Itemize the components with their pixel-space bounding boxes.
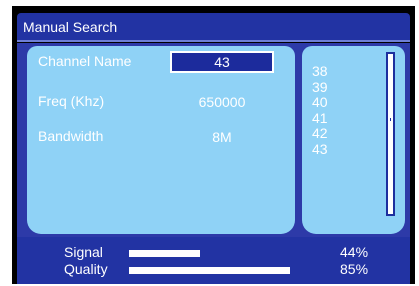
scrollbar-thumb[interactable]: [390, 118, 391, 121]
window-title: Manual Search: [17, 13, 410, 42]
signal-percent: 44%: [340, 244, 369, 260]
quality-meter: [129, 267, 290, 274]
signal-meter-fill: [129, 250, 200, 257]
bandwidth-value[interactable]: 8M: [170, 129, 274, 145]
quality-label: Quality: [64, 261, 108, 277]
list-item[interactable]: 39: [312, 79, 328, 96]
list-item[interactable]: 40: [312, 95, 328, 111]
list-item[interactable]: 43: [312, 141, 328, 158]
quality-percent: 85%: [340, 261, 369, 277]
channel-name-label: Channel Name: [38, 53, 132, 69]
channel-list: 38 39 40 41 42 43: [312, 63, 328, 158]
channel-name-field[interactable]: 43: [170, 51, 274, 73]
quality-meter-fill: [129, 267, 290, 274]
freq-label: Freq (Khz): [38, 93, 105, 109]
vertical-scrollbar[interactable]: [386, 52, 395, 216]
signal-label: Signal: [64, 244, 103, 260]
list-item[interactable]: 38: [312, 63, 328, 80]
signal-meter: [129, 250, 290, 257]
bandwidth-label: Bandwidth: [38, 128, 104, 144]
list-item[interactable]: 41: [312, 110, 328, 127]
freq-value[interactable]: 650000: [170, 94, 274, 110]
list-item[interactable]: 42: [312, 126, 328, 142]
